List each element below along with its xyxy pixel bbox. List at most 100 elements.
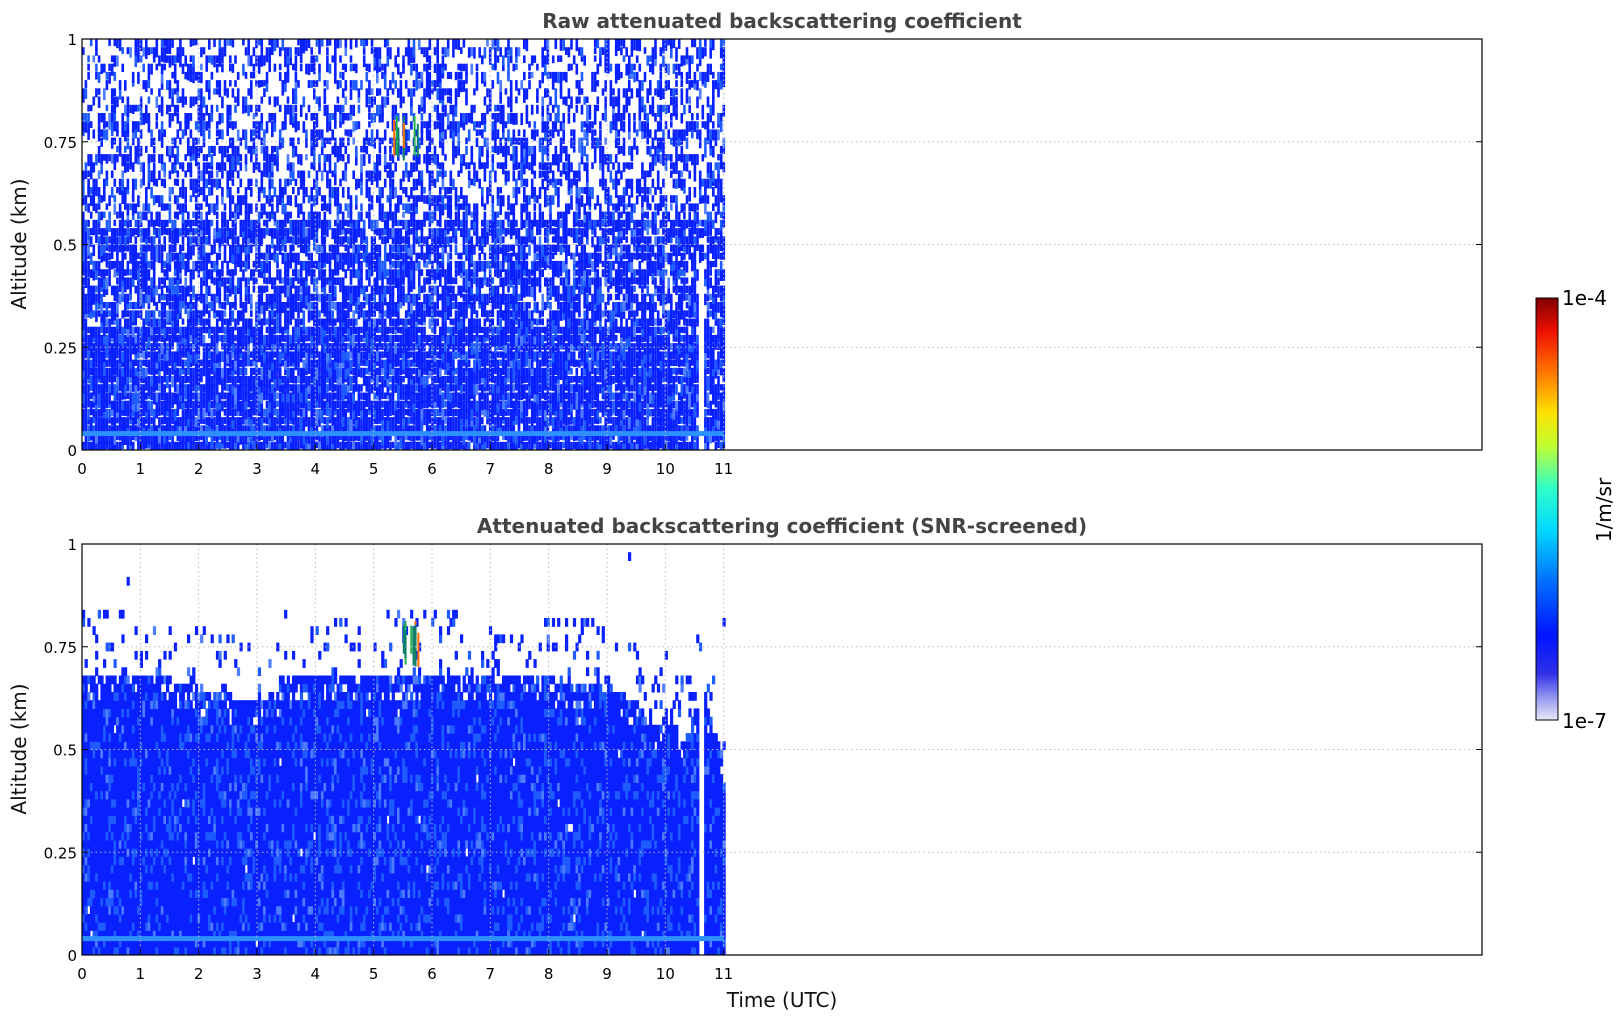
heatmap-cell bbox=[92, 96, 96, 106]
heatmap-cell bbox=[410, 318, 413, 328]
heatmap-cell bbox=[103, 195, 106, 202]
heatmap-cell bbox=[326, 351, 329, 363]
heatmap-cell bbox=[126, 318, 130, 330]
heatmap-cell bbox=[268, 47, 271, 57]
heatmap-cell bbox=[179, 203, 182, 215]
heatmap-cell bbox=[391, 318, 395, 327]
heatmap-cell bbox=[192, 154, 195, 161]
heatmap-cell bbox=[215, 211, 219, 219]
heatmap-cell bbox=[97, 96, 101, 108]
heatmap-cell bbox=[376, 252, 379, 262]
heatmap-cell bbox=[397, 47, 400, 57]
heatmap-cell bbox=[87, 334, 90, 345]
heatmap-cell bbox=[176, 203, 180, 210]
heatmap-cell bbox=[349, 228, 353, 237]
heatmap-cell bbox=[386, 252, 390, 262]
heatmap-cell bbox=[404, 252, 408, 263]
heatmap-cell bbox=[326, 302, 329, 313]
heatmap-cell bbox=[105, 154, 109, 164]
heatmap-cell bbox=[286, 252, 290, 265]
heatmap-cell bbox=[347, 129, 350, 137]
heatmap-cell bbox=[263, 154, 266, 161]
heatmap-cell bbox=[412, 178, 416, 191]
heatmap-cell bbox=[276, 392, 279, 400]
heatmap-cell bbox=[168, 187, 172, 197]
heatmap-cell bbox=[376, 318, 379, 330]
heatmap-cell bbox=[215, 277, 219, 289]
heatmap-cell bbox=[215, 318, 219, 328]
heatmap-cell bbox=[124, 425, 127, 432]
heatmap-cell bbox=[360, 408, 363, 420]
heatmap-cell bbox=[208, 113, 211, 124]
heatmap-cell bbox=[215, 162, 219, 170]
heatmap-cell bbox=[155, 367, 159, 375]
heatmap-cell bbox=[210, 376, 214, 388]
heatmap-cell bbox=[121, 228, 124, 239]
heatmap-cell bbox=[278, 228, 282, 237]
heatmap-cell bbox=[370, 417, 374, 429]
heatmap-cell bbox=[124, 343, 127, 354]
heatmap-cell bbox=[189, 376, 193, 386]
heatmap-cell bbox=[263, 55, 266, 66]
heatmap-cell bbox=[281, 137, 285, 148]
heatmap-cell bbox=[446, 384, 450, 396]
heatmap-cell bbox=[208, 269, 211, 280]
heatmap-cell bbox=[334, 351, 337, 362]
heatmap-cell bbox=[370, 219, 374, 232]
heatmap-cell bbox=[299, 244, 303, 253]
heatmap-cell bbox=[355, 334, 358, 343]
heatmap-cell bbox=[113, 219, 117, 226]
heatmap-cell bbox=[292, 293, 295, 305]
heatmap-cell bbox=[425, 417, 429, 428]
heatmap-cell bbox=[150, 326, 153, 336]
heatmap-cell bbox=[105, 392, 109, 405]
heatmap-cell bbox=[307, 334, 311, 342]
heatmap-cell bbox=[286, 359, 290, 368]
heatmap-cell bbox=[192, 236, 195, 244]
heatmap-cell bbox=[171, 88, 174, 98]
heatmap-cell bbox=[202, 96, 206, 108]
heatmap-cell bbox=[386, 400, 390, 410]
heatmap-cell bbox=[383, 326, 387, 337]
heatmap-cell bbox=[347, 203, 350, 214]
heatmap-cell bbox=[210, 408, 214, 419]
heatmap-cell bbox=[299, 104, 303, 117]
heatmap-cell bbox=[139, 359, 143, 372]
heatmap-cell bbox=[268, 39, 271, 46]
heatmap-cell bbox=[360, 367, 363, 378]
heatmap-cell bbox=[223, 408, 227, 416]
heatmap-cell bbox=[100, 269, 103, 278]
heatmap-cell bbox=[278, 187, 282, 198]
heatmap-cell bbox=[331, 269, 334, 281]
heatmap-cell bbox=[294, 384, 298, 394]
heatmap-cell bbox=[315, 392, 319, 401]
heatmap-cell bbox=[407, 236, 411, 248]
heatmap-cell bbox=[407, 195, 411, 202]
heatmap-cell bbox=[166, 55, 169, 63]
heatmap-cell bbox=[420, 96, 424, 108]
heatmap-cell bbox=[257, 63, 261, 74]
heatmap-cell bbox=[292, 384, 295, 395]
heatmap-cell bbox=[339, 392, 342, 401]
heatmap-cell bbox=[121, 310, 124, 319]
heatmap-cell bbox=[231, 384, 235, 395]
heatmap-cell bbox=[436, 384, 439, 396]
heatmap-cell bbox=[229, 334, 232, 347]
heatmap-cell bbox=[218, 55, 222, 67]
heatmap-cell bbox=[129, 145, 132, 156]
heatmap-cell bbox=[402, 326, 405, 336]
heatmap-cell bbox=[202, 302, 206, 312]
heatmap-cell bbox=[318, 367, 321, 378]
heatmap-cell bbox=[113, 285, 117, 296]
heatmap-cell bbox=[265, 334, 269, 347]
heatmap-cell bbox=[352, 318, 355, 331]
heatmap-cell bbox=[320, 252, 324, 262]
heatmap-cell bbox=[278, 219, 282, 228]
heatmap-cell bbox=[423, 326, 426, 339]
heatmap-cell bbox=[147, 293, 151, 304]
heatmap-cell bbox=[124, 187, 127, 198]
heatmap-cell bbox=[129, 154, 132, 167]
heatmap-cell bbox=[347, 392, 350, 405]
heatmap-cell bbox=[221, 334, 224, 343]
heatmap-cell bbox=[276, 359, 279, 371]
